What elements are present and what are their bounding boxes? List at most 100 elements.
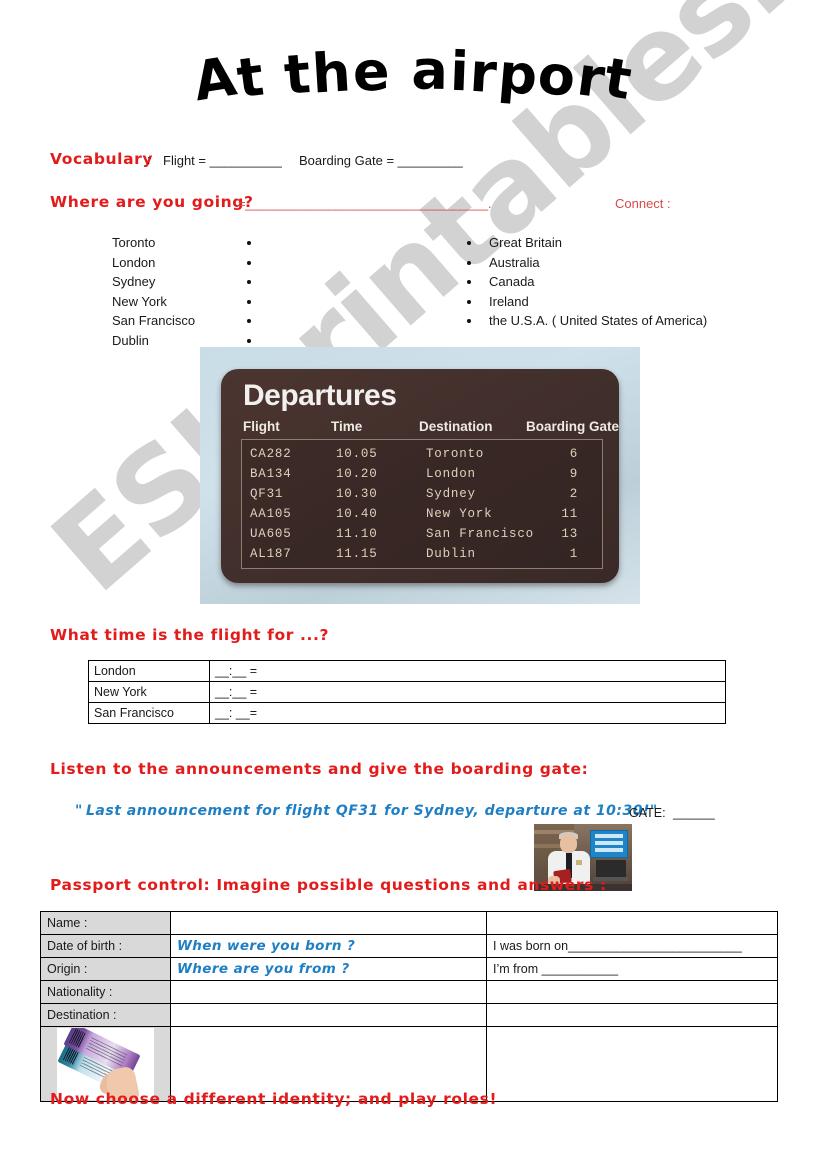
connect-left-label: London	[112, 254, 156, 270]
connect-dot-icon[interactable]	[247, 338, 251, 343]
departures-row: AL187 11.15 Dublin 1	[248, 544, 600, 564]
flight-time-answer-field[interactable]: __: __=	[209, 702, 726, 724]
passport-question-text: When were you born ?	[177, 938, 356, 954]
connect-right-label: the U.S.A. ( United States of America)	[489, 313, 708, 328]
departures-row: UA605 11.10 San Francisco 13	[248, 524, 600, 544]
connect-right-item[interactable]: Great Britain	[467, 233, 767, 253]
table-row: Origin : Where are you from ? I’m from ___…	[40, 957, 778, 981]
connect-right-label: Australia	[489, 254, 540, 270]
departures-board-title: Departures	[243, 379, 397, 412]
passport-answer-field[interactable]	[486, 911, 778, 935]
table-row: London __:__ =	[88, 660, 726, 682]
connect-dot-icon[interactable]	[247, 319, 251, 323]
departures-cell-gate: 13	[561, 527, 578, 541]
vocabulary-heading: Vocabulary	[50, 150, 154, 168]
connect-dot-icon[interactable]	[467, 241, 471, 245]
connect-left-label: New York	[112, 293, 167, 309]
page-title: At the airport	[0, 38, 826, 122]
departures-board-panel: Departures Flight Time Destination Board…	[221, 369, 619, 583]
connect-right-item[interactable]: Ireland	[467, 292, 767, 312]
connect-left-item[interactable]: New York	[112, 292, 272, 312]
connect-left-item[interactable]: London	[112, 253, 272, 273]
departures-cell-destination: Dublin	[426, 547, 476, 561]
connect-left-item[interactable]: San Francisco	[112, 311, 272, 331]
passport-answer-field[interactable]: I’m from ___________	[486, 957, 778, 981]
departures-cell-destination: New York	[426, 507, 493, 521]
departures-rows: CA282 10.05 Toronto 6 BA134 10.20 London 9 QF31 1…	[241, 439, 603, 569]
departures-col-destination: Destination	[419, 419, 493, 434]
departures-cell-time: 11.10	[336, 527, 378, 541]
departures-cell-time: 11.15	[336, 547, 378, 561]
connect-left-label: Sydney	[112, 274, 156, 289]
connect-dot-icon[interactable]	[467, 280, 471, 284]
departures-cell-flight: UA605	[250, 527, 292, 541]
passport-answer-field[interactable]	[486, 980, 778, 1004]
vocabulary-flight-blank: Flight = __________	[163, 153, 282, 168]
page-title-text: At the airport	[189, 38, 637, 114]
passport-question-field[interactable]: Where are you from ?	[170, 957, 487, 981]
connect-right-label: Canada	[489, 274, 535, 289]
table-row: New York __:__ =	[88, 681, 726, 703]
departures-cell-flight: BA134	[250, 467, 292, 481]
connect-dot-icon[interactable]	[247, 260, 251, 265]
gate-blank: ______	[673, 806, 715, 820]
table-row: Date of birth : When were you born ? I was…	[40, 934, 778, 958]
connect-list-left: Toronto London Sydney New York San Francisco…	[112, 233, 272, 350]
announcement-heading: Listen to the announcements and give the…	[50, 760, 589, 778]
vocabulary-colon: :	[147, 153, 151, 167]
departures-cell-gate: 2	[569, 487, 578, 501]
departures-row: BA134 10.20 London 9	[248, 464, 600, 484]
passport-answer-field[interactable]	[486, 1026, 778, 1102]
departures-cell-flight: CA282	[250, 447, 292, 461]
departures-row: CA282 10.05 Toronto 6	[248, 444, 600, 464]
footer-note: Now choose a different identity; and pla…	[50, 1090, 498, 1108]
table-row: San Francisco __: __=	[88, 702, 726, 724]
passport-question-text: Where are you from ?	[177, 961, 350, 977]
table-row: Destination :	[40, 1003, 778, 1027]
connect-right-item[interactable]: the U.S.A. ( United States of America)	[467, 311, 767, 331]
departures-col-gate: Boarding Gate	[526, 419, 620, 434]
departures-row: AA105 10.40 New York 11	[248, 504, 600, 524]
departures-cell-time: 10.40	[336, 507, 378, 521]
passport-field-label: Destination :	[40, 1003, 171, 1027]
passport-question-field[interactable]	[170, 1003, 487, 1027]
connect-dot-icon[interactable]	[247, 280, 251, 284]
passport-question-field[interactable]	[170, 980, 487, 1004]
departures-cell-destination: Sydney	[426, 487, 476, 501]
connect-list-right: Great Britain Australia Canada Ireland the U…	[467, 233, 767, 331]
connect-left-item[interactable]: Toronto	[112, 233, 272, 253]
officer-head	[560, 834, 577, 853]
flight-time-answer-field[interactable]: __:__ =	[209, 681, 726, 703]
departures-cell-flight: AL187	[250, 547, 292, 561]
connect-left-label: Dublin	[112, 332, 149, 348]
connect-dot-icon[interactable]	[467, 260, 471, 265]
passport-field-label: Nationality :	[40, 980, 171, 1004]
departures-cell-time: 10.05	[336, 447, 378, 461]
connect-left-label: San Francisco	[112, 313, 196, 328]
connect-dot-icon[interactable]	[467, 299, 471, 304]
flight-time-city: San Francisco	[88, 702, 210, 724]
gate-label: GATE:	[629, 806, 666, 820]
departures-col-flight: Flight	[243, 419, 280, 434]
passport-question-field[interactable]: When were you born ?	[170, 934, 487, 958]
flight-time-answer-field[interactable]: __:__ =	[209, 660, 726, 682]
connect-dot-icon[interactable]	[247, 299, 251, 304]
passport-answer-field[interactable]: I was born on_________________________	[486, 934, 778, 958]
departures-board-photo: Departures Flight Time Destination Board…	[200, 347, 640, 604]
passport-control-heading: Passport control: Imagine possible quest…	[50, 876, 607, 894]
connect-left-item[interactable]: Sydney	[112, 272, 272, 292]
departures-cell-gate: 9	[569, 467, 578, 481]
departures-cell-time: 10.30	[336, 487, 378, 501]
departures-cell-flight: AA105	[250, 507, 292, 521]
flight-time-city: New York	[88, 681, 210, 703]
flight-time-heading: What time is the flight for ...?	[50, 626, 330, 644]
connect-dot-icon[interactable]	[247, 241, 251, 245]
connect-right-label: Great Britain	[489, 235, 562, 250]
connect-dot-icon[interactable]	[467, 319, 471, 323]
departures-cell-destination: Toronto	[426, 447, 485, 461]
departures-col-time: Time	[331, 419, 363, 434]
connect-right-item[interactable]: Canada	[467, 272, 767, 292]
passport-answer-field[interactable]	[486, 1003, 778, 1027]
connect-right-item[interactable]: Australia	[467, 253, 767, 273]
passport-question-field[interactable]	[170, 911, 487, 935]
